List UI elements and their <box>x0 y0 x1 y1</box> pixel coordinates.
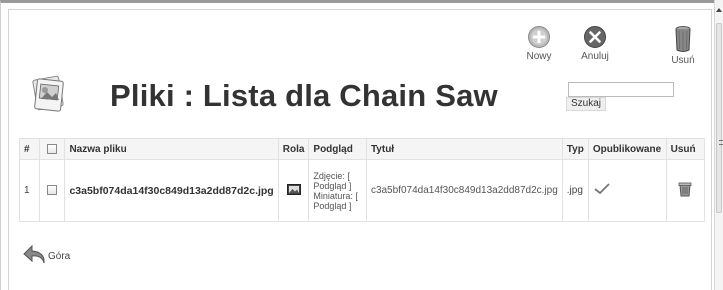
delete-row-trash-icon[interactable] <box>677 181 693 197</box>
check-icon[interactable] <box>593 183 611 195</box>
row-index: 1 <box>19 159 40 222</box>
cancel-button[interactable]: Anuluj <box>575 25 615 75</box>
col-role: Rola <box>277 138 310 160</box>
plus-icon <box>528 26 550 48</box>
cancel-button-label: Anuluj <box>581 51 609 62</box>
scroll-grip-icon <box>719 140 723 145</box>
trash-icon <box>675 26 691 52</box>
photo-preview-link-line1[interactable]: Zdjęcie: [ <box>313 171 362 181</box>
row-checkbox[interactable] <box>47 185 58 196</box>
col-delete: Usuń <box>665 138 706 160</box>
row-delete-cell[interactable] <box>665 159 706 222</box>
col-select-all[interactable] <box>38 138 66 160</box>
delete-button-label: Usuń <box>671 55 695 66</box>
cancel-icon <box>584 26 606 48</box>
col-type: Typ <box>561 138 589 160</box>
media-manager-icon <box>28 74 68 114</box>
search-input[interactable] <box>568 82 674 97</box>
files-table: # Nazwa pliku Rola Podgląd Tytuł Typ Opu… <box>19 138 706 222</box>
page-title: Pliki : Lista dla Chain Saw <box>110 78 498 113</box>
row-title: c3a5bf074da14f30c849d13a2dd87d2c.jpg <box>365 159 563 222</box>
table-header-row: # Nazwa pliku Rola Podgląd Tytuł Typ Opu… <box>19 138 706 160</box>
new-button[interactable]: Nowy <box>519 25 559 75</box>
search-button[interactable]: Szukaj <box>566 97 607 111</box>
row-filename-link[interactable]: c3a5bf074da14f30c849d13a2dd87d2c.jpg <box>64 159 279 222</box>
thumbnail-preview-link-line1[interactable]: Miniatura: [ <box>313 191 362 201</box>
scroll-up-arrow-icon[interactable] <box>716 8 722 12</box>
image-icon <box>286 183 301 195</box>
col-preview: Podgląd <box>308 138 367 160</box>
col-filename[interactable]: Nazwa pliku <box>64 138 279 160</box>
delete-button[interactable]: Usuń <box>663 25 703 75</box>
row-select-cell[interactable] <box>38 159 66 222</box>
new-button-label: Nowy <box>526 51 552 62</box>
vertical-scrollbar[interactable] <box>714 0 723 290</box>
row-published-cell[interactable] <box>587 159 667 222</box>
col-title[interactable]: Tytuł <box>365 138 563 160</box>
back-to-top-label: Góra <box>48 251 71 262</box>
col-index: # <box>19 138 40 160</box>
photo-preview-link-line2[interactable]: Podgląd ] <box>313 181 362 191</box>
row-role-cell <box>277 159 310 222</box>
thumbnail-preview-link-line2[interactable]: Podgląd ] <box>313 201 362 211</box>
row-type: .jpg <box>561 159 589 222</box>
row-preview-cell[interactable]: Zdjęcie: [ Podgląd ] Miniatura: [ Podglą… <box>308 159 367 222</box>
scroll-thumb[interactable] <box>716 23 723 213</box>
col-published[interactable]: Opublikowane <box>587 138 667 160</box>
back-arrow-icon <box>23 244 45 264</box>
table-row: 1 c3a5bf074da14f30c849d13a2dd87d2c.jpg Z… <box>19 159 706 222</box>
select-all-checkbox[interactable] <box>47 143 58 154</box>
